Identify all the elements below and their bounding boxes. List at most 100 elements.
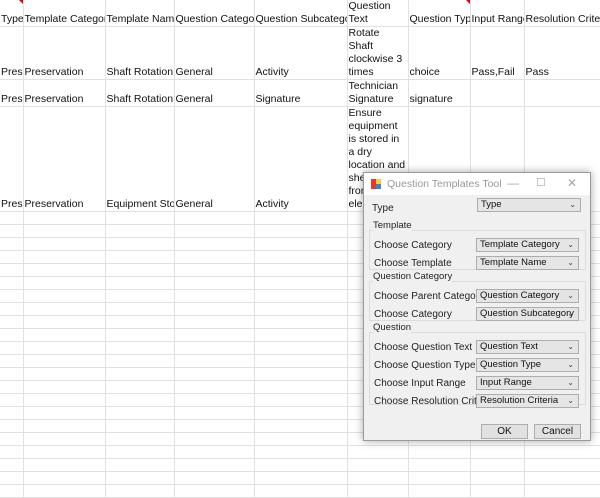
- cell[interactable]: [254, 276, 348, 290]
- cell[interactable]: [174, 406, 255, 420]
- cell[interactable]: [0, 211, 24, 225]
- cell[interactable]: [254, 211, 348, 225]
- cell[interactable]: [23, 471, 106, 485]
- cell[interactable]: [408, 484, 471, 498]
- cell[interactable]: [23, 419, 106, 433]
- cell[interactable]: [0, 289, 24, 303]
- cell[interactable]: [174, 367, 255, 381]
- cell[interactable]: Preservation: [23, 79, 106, 107]
- cell[interactable]: Activity: [254, 26, 348, 80]
- cell[interactable]: Preservation: [23, 106, 106, 212]
- maximize-icon[interactable]: ☐: [536, 176, 546, 189]
- cell[interactable]: [408, 445, 471, 459]
- cell[interactable]: choice: [408, 26, 471, 80]
- cell[interactable]: [174, 471, 255, 485]
- cell[interactable]: [254, 445, 348, 459]
- cell[interactable]: [0, 328, 24, 342]
- field-combo[interactable]: Resolution Criteria ⌄: [476, 394, 579, 408]
- cell[interactable]: [524, 471, 600, 485]
- cell[interactable]: [105, 380, 175, 394]
- cell[interactable]: [524, 458, 600, 472]
- cell[interactable]: [0, 341, 24, 355]
- cell[interactable]: [254, 224, 348, 238]
- cell[interactable]: [23, 341, 106, 355]
- cell[interactable]: Type: [0, 0, 24, 27]
- cell[interactable]: [254, 302, 348, 316]
- cell[interactable]: [254, 484, 348, 498]
- cell[interactable]: [23, 367, 106, 381]
- cell[interactable]: [105, 406, 175, 420]
- cell[interactable]: [0, 406, 24, 420]
- cell[interactable]: [408, 471, 471, 485]
- cell[interactable]: [0, 237, 24, 251]
- cell[interactable]: [23, 224, 106, 238]
- field-combo[interactable]: Template Category ⌄: [476, 238, 579, 252]
- cell[interactable]: [470, 458, 525, 472]
- cell[interactable]: [254, 237, 348, 251]
- cell[interactable]: [23, 315, 106, 329]
- field-combo[interactable]: Question Subcategory ⌄: [476, 307, 579, 321]
- cell[interactable]: [105, 419, 175, 433]
- cell[interactable]: [524, 79, 600, 107]
- cell[interactable]: signature: [408, 79, 471, 107]
- cell[interactable]: [105, 341, 175, 355]
- cell[interactable]: [174, 393, 255, 407]
- cell[interactable]: [254, 315, 348, 329]
- cell[interactable]: Prese: [0, 79, 24, 107]
- cell[interactable]: [347, 445, 409, 459]
- cell[interactable]: Shaft Rotation RC: [105, 26, 175, 80]
- cell[interactable]: [105, 302, 175, 316]
- cell[interactable]: [408, 458, 471, 472]
- field-combo[interactable]: Question Category ⌄: [476, 289, 579, 303]
- cell[interactable]: Template Category: [23, 0, 106, 27]
- cell[interactable]: Resolution Criteria: [524, 0, 600, 27]
- cell[interactable]: [347, 471, 409, 485]
- cell[interactable]: Pass,Fail: [470, 26, 525, 80]
- cell[interactable]: Shaft Rotation RC: [105, 79, 175, 107]
- cell[interactable]: Prese: [0, 106, 24, 212]
- cell[interactable]: General: [174, 79, 255, 107]
- cell[interactable]: [23, 250, 106, 264]
- field-combo[interactable]: Template Name ⌄: [476, 256, 579, 270]
- cell[interactable]: [105, 276, 175, 290]
- cell[interactable]: [0, 263, 24, 277]
- cell[interactable]: [0, 380, 24, 394]
- cell[interactable]: [23, 289, 106, 303]
- cell[interactable]: [254, 250, 348, 264]
- cell[interactable]: [174, 328, 255, 342]
- cell[interactable]: [23, 380, 106, 394]
- cell[interactable]: [174, 224, 255, 238]
- cell[interactable]: [174, 211, 255, 225]
- cell[interactable]: Signature: [254, 79, 348, 107]
- cell[interactable]: [23, 354, 106, 368]
- cell[interactable]: [105, 484, 175, 498]
- cell[interactable]: [254, 354, 348, 368]
- cell[interactable]: [254, 471, 348, 485]
- cell[interactable]: [0, 367, 24, 381]
- cell[interactable]: [0, 224, 24, 238]
- cell[interactable]: [470, 79, 525, 107]
- cell[interactable]: [105, 354, 175, 368]
- cell[interactable]: [254, 419, 348, 433]
- cell[interactable]: [254, 263, 348, 277]
- cell[interactable]: [105, 458, 175, 472]
- cell[interactable]: [524, 445, 600, 459]
- cell[interactable]: [524, 484, 600, 498]
- cell[interactable]: [105, 224, 175, 238]
- type-combo[interactable]: Type ⌄: [477, 198, 581, 212]
- cell[interactable]: [0, 302, 24, 316]
- cell[interactable]: Technician Signature: [347, 79, 409, 107]
- cell[interactable]: [174, 445, 255, 459]
- cell[interactable]: General: [174, 26, 255, 80]
- cell[interactable]: Question Text: [347, 0, 409, 27]
- minimize-icon[interactable]: —: [507, 176, 519, 190]
- cell[interactable]: [105, 471, 175, 485]
- cell[interactable]: [23, 406, 106, 420]
- cell[interactable]: [105, 289, 175, 303]
- cell[interactable]: [174, 250, 255, 264]
- cell[interactable]: [105, 393, 175, 407]
- cell[interactable]: Preservation: [23, 26, 106, 80]
- cell[interactable]: [174, 419, 255, 433]
- cell[interactable]: [105, 211, 175, 225]
- cell[interactable]: Rotate Shaft clockwise 3 times: [347, 26, 409, 80]
